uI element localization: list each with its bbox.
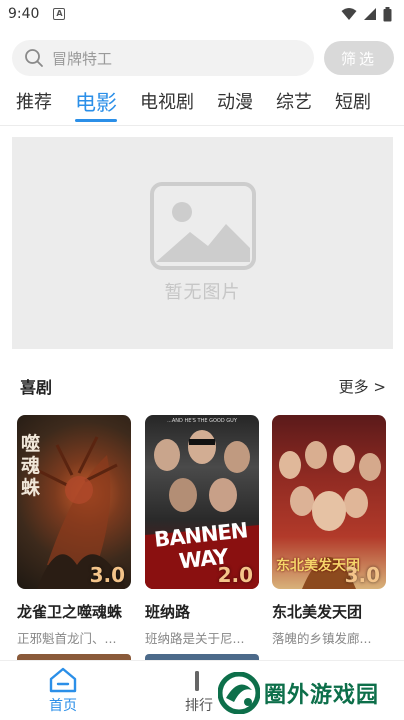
movie-poster[interactable]: 东北美发天团 3.0	[272, 415, 386, 589]
movie-card[interactable]: 噬魂蛛 3.0 龙雀卫之噬魂蛛 正邪魁首龙门、...	[17, 415, 131, 647]
banner[interactable]: 暂无图片	[12, 137, 393, 349]
tab-tv-series[interactable]: 电视剧	[140, 86, 194, 124]
movie-description: 落魄的乡镇发廊...	[272, 631, 372, 646]
search-row: 冒牌特工 筛选	[12, 40, 394, 76]
notification-a-icon: A	[53, 8, 66, 20]
home-icon	[49, 667, 77, 693]
category-tabs: 推荐 电影 电视剧 动漫 综艺 短剧	[0, 86, 404, 126]
site-watermark: 圈外游戏园	[218, 672, 379, 714]
tab-movie[interactable]: 电影	[75, 86, 117, 124]
movie-poster[interactable]: ...AND HE'S THE GOOD GUY BANNEN WAY 2.0	[145, 415, 259, 589]
search-placeholder: 冒牌特工	[52, 49, 113, 68]
image-placeholder-icon	[149, 182, 256, 270]
movie-description: 正邪魁首龙门、...	[17, 631, 117, 646]
tab-anime[interactable]: 动漫	[217, 86, 253, 124]
status-bar: 9:40 A	[0, 0, 404, 28]
rating-badge: 2.0	[217, 563, 253, 587]
movie-description: 班纳路是关于尼...	[145, 631, 245, 646]
rating-badge: 3.0	[89, 563, 125, 587]
status-time: 9:40	[8, 6, 40, 22]
signal-icon	[364, 8, 376, 20]
nav-home[interactable]: 首页	[48, 667, 78, 715]
section-header: 喜剧 更多 >	[20, 374, 386, 398]
nav-ranking-label: 排行	[185, 698, 213, 714]
tab-variety[interactable]: 综艺	[276, 86, 312, 124]
watermark-logo-icon	[218, 672, 260, 714]
rating-badge: 3.0	[344, 563, 380, 587]
ranking-icon	[195, 671, 199, 691]
more-link[interactable]: 更多 >	[339, 376, 386, 397]
search-icon	[25, 49, 43, 67]
watermark-text: 圈外游戏园	[264, 683, 380, 708]
movie-title: 班纳路	[145, 603, 191, 621]
nav-ranking[interactable]: 排行	[185, 667, 213, 715]
movie-title: 龙雀卫之噬魂蛛	[17, 603, 123, 621]
wifi-icon	[341, 8, 357, 20]
tab-short-drama[interactable]: 短剧	[335, 86, 371, 124]
movie-poster[interactable]: 噬魂蛛 3.0	[17, 415, 131, 589]
search-input[interactable]: 冒牌特工	[12, 40, 314, 76]
filter-button[interactable]: 筛选	[324, 41, 394, 75]
poster-title-text: 噬魂蛛	[21, 433, 41, 499]
nav-home-label: 首页	[49, 698, 77, 714]
tab-recommend[interactable]: 推荐	[16, 86, 52, 124]
movie-card[interactable]: 东北美发天团 3.0 东北美发天团 落魄的乡镇发廊...	[272, 415, 386, 647]
movie-title: 东北美发天团	[272, 603, 363, 621]
movie-card[interactable]: ...AND HE'S THE GOOD GUY BANNEN WAY 2.0 …	[145, 415, 259, 647]
battery-icon	[383, 6, 392, 21]
banner-no-image-text: 暂无图片	[164, 282, 241, 303]
section-title: 喜剧	[20, 378, 53, 397]
